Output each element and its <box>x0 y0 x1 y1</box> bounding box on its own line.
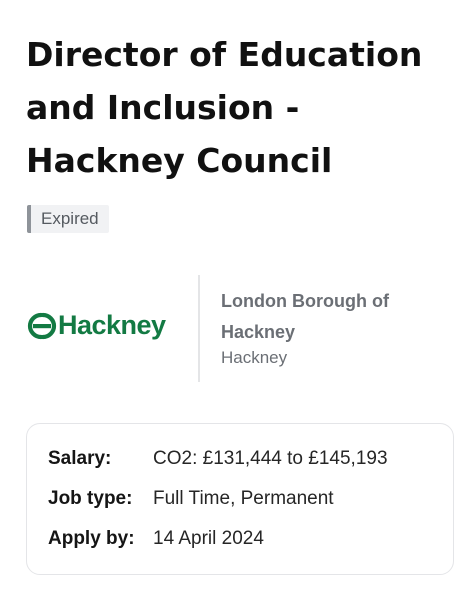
apply-by-row: Apply by: 14 April 2024 <box>48 525 264 553</box>
salary-value: CO2: £131,444 to £145,193 <box>153 448 388 469</box>
status-badge: Expired <box>27 205 109 233</box>
salary-label: Salary: <box>48 448 112 469</box>
employer-name-link[interactable]: London Borough of Hackney <box>221 286 451 348</box>
hackney-arrows-logo-icon <box>27 311 57 341</box>
job-title: Director of Education and Inclusion - Ha… <box>26 35 423 180</box>
apply-by-value: 14 April 2024 <box>153 528 264 549</box>
employer-logo[interactable]: Hackney <box>27 310 166 341</box>
status-badge-label: Expired <box>41 209 99 228</box>
employer-section: Hackney London Borough of Hackney Hackne… <box>0 272 475 382</box>
job-type-row: Job type: Full Time, Permanent <box>48 485 334 513</box>
job-type-value: Full Time, Permanent <box>153 488 334 509</box>
apply-by-label: Apply by: <box>48 528 135 549</box>
salary-row: Salary: CO2: £131,444 to £145,193 <box>48 445 388 473</box>
employer-divider <box>198 275 200 382</box>
job-details-card: Salary: CO2: £131,444 to £145,193 Job ty… <box>26 423 454 575</box>
job-type-label: Job type: <box>48 488 133 509</box>
employer-location: Hackney <box>221 348 288 367</box>
employer-logo-text: Hackney <box>58 310 166 340</box>
